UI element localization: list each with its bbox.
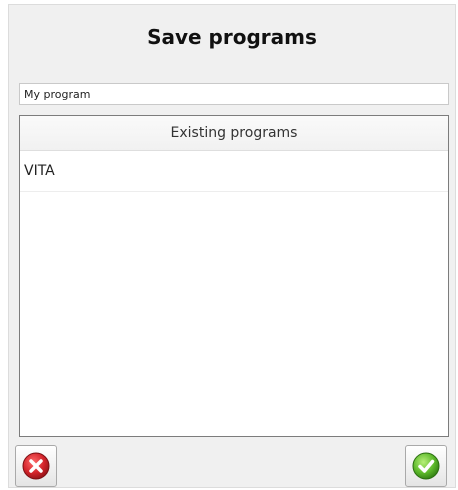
program-name-input[interactable] xyxy=(19,83,449,105)
list-item-vita[interactable]: VITA xyxy=(20,151,448,192)
check-icon xyxy=(411,451,441,481)
close-icon xyxy=(21,451,51,481)
confirm-button[interactable] xyxy=(405,445,447,487)
save-programs-dialog: Save programs Existing programs VITA xyxy=(8,4,456,488)
existing-programs-list: Existing programs VITA xyxy=(19,115,449,437)
dialog-title: Save programs xyxy=(147,25,317,49)
cancel-button[interactable] xyxy=(15,445,57,487)
list-header: Existing programs xyxy=(20,116,448,151)
